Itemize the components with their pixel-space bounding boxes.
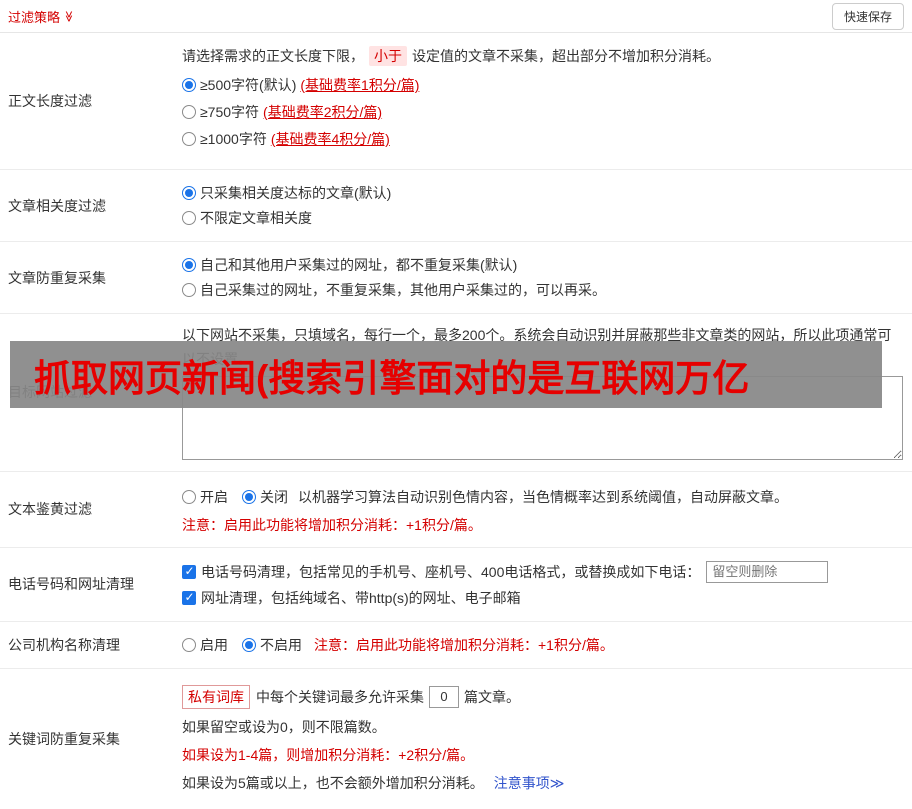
option-label: ≥750字符 xyxy=(200,104,260,120)
company-off-label[interactable]: 不启用 xyxy=(260,635,302,655)
porn-off-label[interactable]: 关闭 xyxy=(260,487,288,507)
keyword-note-five-text: 如果设为5篇或以上，也不会额外增加积分消耗。 xyxy=(182,774,484,791)
option-dedup-global[interactable]: 自己和其他用户采集过的网址，都不重复采集(默认) xyxy=(182,255,904,275)
row-body-length-filter: 正文长度过滤 请选择需求的正文长度下限， 小于 设定值的文章不采集，超出部分不增… xyxy=(0,33,912,170)
option-label: 只采集相关度达标的文章(默认) xyxy=(200,185,392,201)
notice-link-text: 注意事项 xyxy=(493,774,550,791)
topbar: 过滤策略 ≫ 快速保存 xyxy=(0,0,912,33)
phone-clean-checkbox[interactable] xyxy=(182,564,196,579)
url-clean-label: 网址清理，包括纯域名、带http(s)的网址、电子邮箱 xyxy=(201,589,521,606)
radio-company-on[interactable] xyxy=(182,637,196,652)
private-lexicon-badge[interactable]: 私有词库 xyxy=(182,684,250,709)
row-relevance-filter: 文章相关度过滤 只采集相关度达标的文章(默认) 不限定文章相关度 xyxy=(0,170,912,242)
option-label: ≥1000字符 xyxy=(200,131,267,147)
option-relevance-default[interactable]: 只采集相关度达标的文章(默认) xyxy=(182,183,904,203)
option-500-chars[interactable]: ≥500字符(默认) (基础费率1积分/篇) xyxy=(182,75,904,95)
porn-filter-warning: 注意：启用此功能将增加积分消耗：+1积分/篇。 xyxy=(182,516,482,533)
porn-on-label[interactable]: 开启 xyxy=(200,487,228,507)
row-label: 文章相关度过滤 xyxy=(8,197,106,214)
row-label: 文本鉴黄过滤 xyxy=(8,501,92,518)
quick-save-button[interactable]: 快速保存 xyxy=(831,2,904,30)
option-relevance-any[interactable]: 不限定文章相关度 xyxy=(182,208,904,228)
option-dedup-self[interactable]: 自己采集过的网址，不重复采集，其他用户采集过的，可以再采。 xyxy=(182,280,904,300)
less-than-highlight: 小于 xyxy=(369,46,407,66)
watermark-text: 抓取网页新闻(搜索引擎面对的是互联网万亿 xyxy=(34,357,750,399)
option-1000-chars[interactable]: ≥1000字符 (基础费率4积分/篇) xyxy=(182,129,904,149)
notice-link[interactable]: 注意事项≫ xyxy=(494,773,565,793)
radio-porn-off[interactable] xyxy=(242,489,256,504)
row-label: 正文长度过滤 xyxy=(8,93,92,109)
page-title[interactable]: 过滤策略 ≫ xyxy=(8,7,75,26)
row-label: 关键词防重复采集 xyxy=(8,730,120,747)
option-label: 自己和其他用户采集过的网址，都不重复采集(默认) xyxy=(200,257,518,273)
row-phone-url-clean: 电话号码和网址清理 电话号码清理，包括常见的手机号、座机号、400电话格式，或替… xyxy=(0,548,912,622)
option-rate-note: (基础费率2积分/篇) xyxy=(263,104,383,120)
option-750-chars[interactable]: ≥750字符 (基础费率2积分/篇) xyxy=(182,102,904,122)
row-label: 电话号码和网址清理 xyxy=(8,576,134,593)
option-rate-note: (基础费率4积分/篇) xyxy=(270,131,390,147)
radio-dedup-global[interactable] xyxy=(182,258,196,272)
page-title-text: 过滤策略 xyxy=(8,9,61,25)
option-label: 不限定文章相关度 xyxy=(200,210,312,226)
keyword-note-cost: 如果设为1-4篇，则增加积分消耗：+2积分/篇。 xyxy=(182,746,475,763)
replacement-phone-input[interactable] xyxy=(706,560,829,583)
row-dedup-collection: 文章防重复采集 自己和其他用户采集过的网址，都不重复采集(默认) 自己采集过的网… xyxy=(0,242,912,314)
radio-relevance-default[interactable] xyxy=(182,186,196,200)
company-clean-warning: 注意：启用此功能将增加积分消耗：+1积分/篇。 xyxy=(314,636,614,653)
row-keyword-dedup: 关键词防重复采集 私有词库 中每个关键词最多允许采集 篇文章。 如果留空或设为0… xyxy=(0,669,912,809)
intro-after: 设定值的文章不采集，超出部分不增加积分消耗。 xyxy=(412,48,720,64)
row-label: 公司机构名称清理 xyxy=(8,636,120,653)
porn-filter-options: 开启 关闭 以机器学习算法自动识别色情内容，当色情概率达到系统阈值，自动屏蔽文章… xyxy=(182,487,904,507)
option-label: ≥500字符(默认) xyxy=(200,77,297,93)
row-label: 文章防重复采集 xyxy=(8,269,106,286)
radio-company-off[interactable] xyxy=(242,637,256,652)
double-chevron-icon: ≫ xyxy=(549,774,565,791)
keyword-limit-line: 私有词库 中每个关键词最多允许采集 篇文章。 xyxy=(182,684,904,709)
intro-before: 请选择需求的正文长度下限， xyxy=(182,48,364,64)
radio-500-chars[interactable] xyxy=(182,78,196,92)
porn-filter-desc: 以机器学习算法自动识别色情内容，当色情概率达到系统阈值，自动屏蔽文章。 xyxy=(298,488,788,505)
chevron-down-icon: ≫ xyxy=(62,10,75,22)
keyword-limit-text: 中每个关键词最多允许采集 xyxy=(256,688,424,705)
option-label: 自己采集过的网址，不重复采集，其他用户采集过的，可以再采。 xyxy=(200,282,606,298)
body-length-intro: 请选择需求的正文长度下限， 小于 设定值的文章不采集，超出部分不增加积分消耗。 xyxy=(182,46,904,66)
radio-dedup-self[interactable] xyxy=(182,283,196,297)
radio-750-chars[interactable] xyxy=(182,105,196,119)
row-porn-filter: 文本鉴黄过滤 开启 关闭 以机器学习算法自动识别色情内容，当色情概率达到系统阈值… xyxy=(0,472,912,548)
url-clean-checkbox[interactable] xyxy=(182,590,196,605)
keyword-note-five: 如果设为5篇或以上，也不会额外增加积分消耗。 注意事项≫ xyxy=(182,773,904,793)
keyword-count-input[interactable] xyxy=(429,685,459,708)
keyword-note-zero: 如果留空或设为0，则不限篇数。 xyxy=(182,718,386,735)
company-on-label[interactable]: 启用 xyxy=(200,635,228,655)
phone-clean-label: 电话号码清理，包括常见的手机号、座机号、400电话格式，或替换成如下电话： xyxy=(201,563,701,580)
keyword-limit-suffix: 篇文章。 xyxy=(464,688,520,705)
option-rate-note: (基础费率1积分/篇) xyxy=(300,77,420,93)
url-clean-option: 网址清理，包括纯域名、带http(s)的网址、电子邮箱 xyxy=(182,588,904,608)
radio-porn-on[interactable] xyxy=(182,489,196,504)
phone-clean-option: 电话号码清理，包括常见的手机号、座机号、400电话格式，或替换成如下电话： xyxy=(182,560,904,583)
radio-relevance-any[interactable] xyxy=(182,211,196,225)
radio-1000-chars[interactable] xyxy=(182,132,196,146)
watermark-overlay: 抓取网页新闻(搜索引擎面对的是互联网万亿 xyxy=(10,341,882,408)
company-clean-options: 启用 不启用 注意：启用此功能将增加积分消耗：+1积分/篇。 xyxy=(182,635,904,655)
row-company-name-clean: 公司机构名称清理 启用 不启用 注意：启用此功能将增加积分消耗：+1积分/篇。 xyxy=(0,622,912,669)
